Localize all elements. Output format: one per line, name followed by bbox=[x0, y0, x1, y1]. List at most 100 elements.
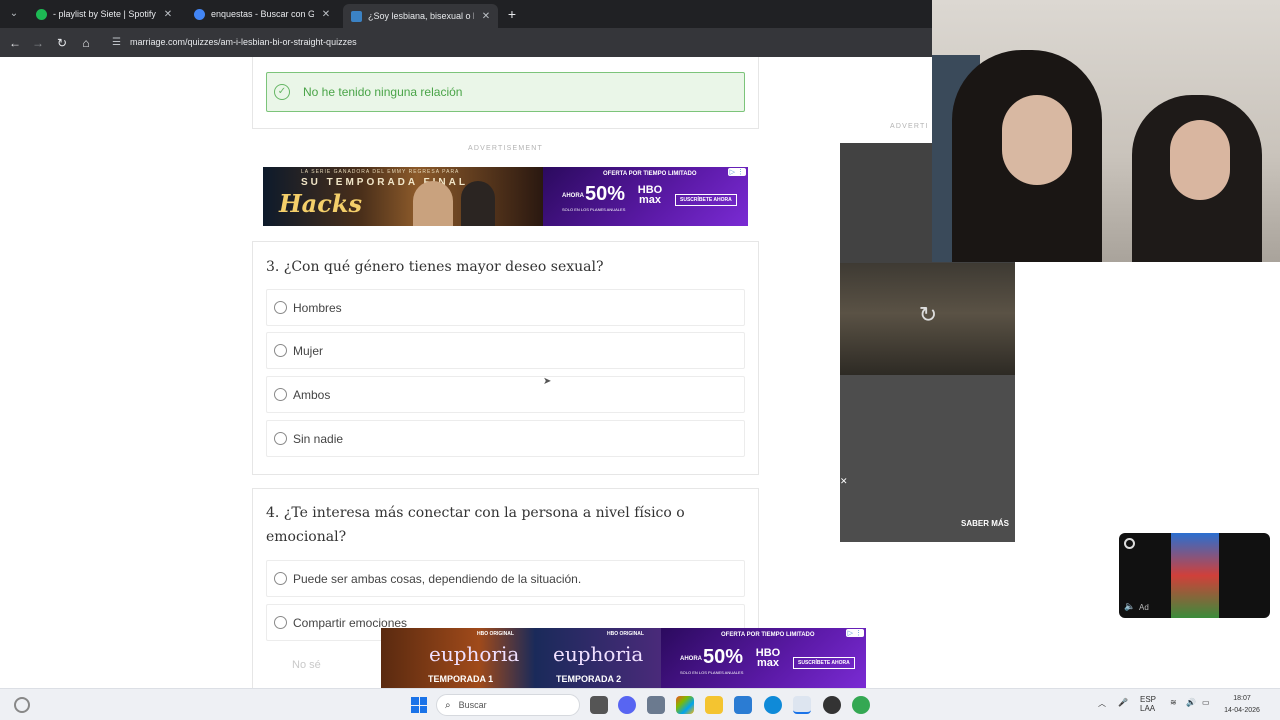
back-icon[interactable]: ← bbox=[7, 35, 23, 51]
actor-figure bbox=[461, 181, 495, 226]
option-label: Ambos bbox=[293, 387, 331, 402]
hbo-original-badge: HBO ORIGINAL bbox=[607, 631, 644, 637]
taskbar-search[interactable]: ⌕ Buscar bbox=[436, 694, 580, 716]
volume-icon[interactable]: 🔊 bbox=[1186, 698, 1196, 707]
hbo-max-offer: OFERTA POR TIEMPO LIMITADO AHORA 50% SOL… bbox=[661, 628, 866, 688]
ad-thumbnail bbox=[1171, 533, 1219, 618]
question-3-title: 3. ¿Con qué género tienes mayor deseo se… bbox=[266, 259, 604, 275]
home-icon[interactable]: ⌂ bbox=[78, 35, 94, 51]
clock-date: 14-04-2026 bbox=[1224, 707, 1260, 714]
q3-option-ambos[interactable]: Ambos bbox=[266, 376, 745, 413]
tab-title: enquestas - Buscar con Google bbox=[211, 9, 314, 19]
google-icon bbox=[194, 8, 205, 20]
ad-prefix: AHORA bbox=[680, 656, 702, 662]
radio-button[interactable] bbox=[274, 616, 287, 629]
wifi-icon[interactable]: ≋ bbox=[1170, 698, 1177, 707]
widgets-icon[interactable] bbox=[14, 697, 30, 713]
euphoria-title-2: euphoria bbox=[553, 642, 644, 666]
subscribe-button[interactable]: SUSCRÍBETE AHORA bbox=[793, 657, 855, 669]
copilot-icon[interactable] bbox=[676, 696, 694, 714]
clock-time: 18:07 bbox=[1233, 695, 1251, 702]
ad-offer-text: OFERTA POR TIEMPO LIMITADO bbox=[603, 171, 697, 177]
ad-fine-print: SOLO EN LOS PLANES ANUALES bbox=[680, 670, 744, 675]
radio-button[interactable] bbox=[274, 432, 287, 445]
browser-tab-bar: ⌄ - playlist by Siete | Spotify ✕ enques… bbox=[0, 0, 932, 28]
radio-button[interactable] bbox=[274, 344, 287, 357]
q3-option-sin-nadie[interactable]: Sin nadie bbox=[266, 420, 745, 457]
close-icon[interactable]: ✕ bbox=[320, 9, 332, 20]
hbo-max-hacks-banner[interactable]: LA SERIE GANADORA DEL EMMY REGRESA PARA … bbox=[263, 167, 748, 226]
url-text: marriage.com/quizzes/am-i-lesbian-bi-or-… bbox=[130, 37, 357, 47]
show-hidden-icons-icon[interactable]: ︿ bbox=[1098, 698, 1106, 709]
answer-label: No he tenido ninguna relación bbox=[303, 85, 463, 99]
ad-choices-icon[interactable]: ▷ ⋮ bbox=[845, 629, 864, 637]
q4-option-ambas[interactable]: Puede ser ambas cosas, dependiendo de la… bbox=[266, 560, 745, 597]
close-icon[interactable]: ✕ bbox=[480, 11, 492, 22]
task-view-icon[interactable] bbox=[590, 696, 608, 714]
close-icon[interactable]: ✕ bbox=[162, 9, 174, 20]
spotify-icon bbox=[36, 8, 47, 20]
new-tab-button[interactable]: + bbox=[504, 6, 520, 22]
tab-search-icon[interactable]: ⌄ bbox=[6, 6, 22, 22]
selected-answer[interactable]: ✓ No he tenido ninguna relación bbox=[266, 72, 745, 112]
volume-icon[interactable]: 🔈 bbox=[1124, 601, 1135, 612]
subscribe-button[interactable]: SUSCRÍBETE AHORA bbox=[675, 194, 737, 206]
advertisement-label: ADVERTISEMENT bbox=[468, 145, 543, 152]
site-info-icon[interactable]: ☰ bbox=[112, 32, 124, 53]
ad-discount: 50% bbox=[703, 646, 744, 668]
settings-icon[interactable] bbox=[1124, 538, 1135, 549]
mouse-cursor-icon: ➤ bbox=[543, 376, 552, 387]
page-content: ✓ No he tenido ninguna relación ADVERTIS… bbox=[0, 57, 840, 688]
ad-caption: LA SERIE GANADORA DEL EMMY REGRESA PARA bbox=[301, 169, 460, 175]
reload-icon[interactable]: ↻ bbox=[54, 35, 70, 51]
mini-ad-player[interactable]: 🔈 Ad bbox=[1119, 533, 1270, 618]
start-icon[interactable] bbox=[411, 697, 427, 713]
chrome-icon[interactable] bbox=[793, 696, 811, 714]
replay-icon[interactable]: ↻ bbox=[916, 303, 940, 327]
radio-button[interactable] bbox=[274, 572, 287, 585]
question-4-title: 4. ¿Te interesa más conectar con la pers… bbox=[266, 501, 685, 549]
discord-icon[interactable] bbox=[618, 696, 636, 714]
tab-google[interactable]: enquestas - Buscar con Google ✕ bbox=[186, 4, 338, 24]
file-explorer-icon[interactable] bbox=[705, 696, 723, 714]
person-right-face bbox=[1170, 120, 1230, 200]
hbo-max-logo: HBO max bbox=[751, 648, 785, 669]
video-ad-bottom bbox=[840, 375, 1015, 542]
hbo-max-euphoria-banner[interactable]: HBO ORIGINAL euphoria TEMPORADA 1 HBO OR… bbox=[381, 628, 866, 688]
question-4-title-line1: 4. ¿Te interesa más conectar con la pers… bbox=[266, 505, 685, 521]
settings-icon[interactable] bbox=[647, 696, 665, 714]
tab-spotify[interactable]: - playlist by Siete | Spotify ✕ bbox=[28, 4, 180, 24]
hbo-max-logo: HBO max bbox=[633, 185, 667, 206]
radio-button[interactable] bbox=[274, 388, 287, 401]
app-icon[interactable] bbox=[823, 696, 841, 714]
forward-icon[interactable]: → bbox=[30, 35, 46, 51]
learn-more-button[interactable]: SABER MÁS bbox=[961, 519, 1009, 528]
battery-icon[interactable]: ▭ bbox=[1202, 698, 1210, 707]
person-left-face bbox=[1002, 95, 1072, 185]
close-icon[interactable]: ✕ bbox=[840, 476, 848, 487]
search-icon: ⌕ bbox=[445, 699, 451, 711]
season-1-label: TEMPORADA 1 bbox=[428, 674, 494, 684]
browser-toolbar: ← → ↻ ⌂ ☰ marriage.com/quizzes/am-i-lesb… bbox=[0, 28, 932, 57]
option-label: Puede ser ambas cosas, dependiendo de la… bbox=[293, 571, 582, 586]
taskbar-clock[interactable]: 18:07 14-04-2026 bbox=[1220, 693, 1264, 717]
windows-taskbar: ⌕ Buscar ︿ 🎤 ESP LAA ≋ 🔊 ▭ 18:07 14-04-2… bbox=[0, 688, 1280, 720]
chrome-profile-icon[interactable] bbox=[852, 696, 870, 714]
radio-button[interactable] bbox=[274, 301, 287, 314]
q3-option-mujer[interactable]: Mujer bbox=[266, 332, 745, 369]
ad-offer-text: OFERTA POR TIEMPO LIMITADO bbox=[721, 632, 815, 638]
ad-discount: 50% bbox=[585, 183, 626, 205]
address-bar[interactable]: ☰ marriage.com/quizzes/am-i-lesbian-bi-o… bbox=[104, 32, 930, 53]
microphone-icon[interactable]: 🎤 bbox=[1118, 698, 1128, 707]
tab-quiz[interactable]: ¿Soy lesbiana, bisexual o heter… ✕ bbox=[343, 4, 498, 28]
hbo-max-offer: OFERTA POR TIEMPO LIMITADO AHORA 50% SOL… bbox=[543, 167, 748, 226]
q3-option-hombres[interactable]: Hombres bbox=[266, 289, 745, 326]
lang-line1: ESP bbox=[1140, 695, 1157, 704]
tab-title: ¿Soy lesbiana, bisexual o heter… bbox=[368, 11, 474, 21]
ad-prefix: AHORA bbox=[562, 193, 584, 199]
hacks-ad-image: LA SERIE GANADORA DEL EMMY REGRESA PARA … bbox=[263, 167, 543, 226]
edge-icon[interactable] bbox=[764, 696, 782, 714]
language-indicator[interactable]: ESP LAA bbox=[1140, 695, 1156, 713]
mail-icon[interactable] bbox=[734, 696, 752, 714]
ad-choices-icon[interactable]: ▷ ⋮ bbox=[727, 168, 746, 176]
